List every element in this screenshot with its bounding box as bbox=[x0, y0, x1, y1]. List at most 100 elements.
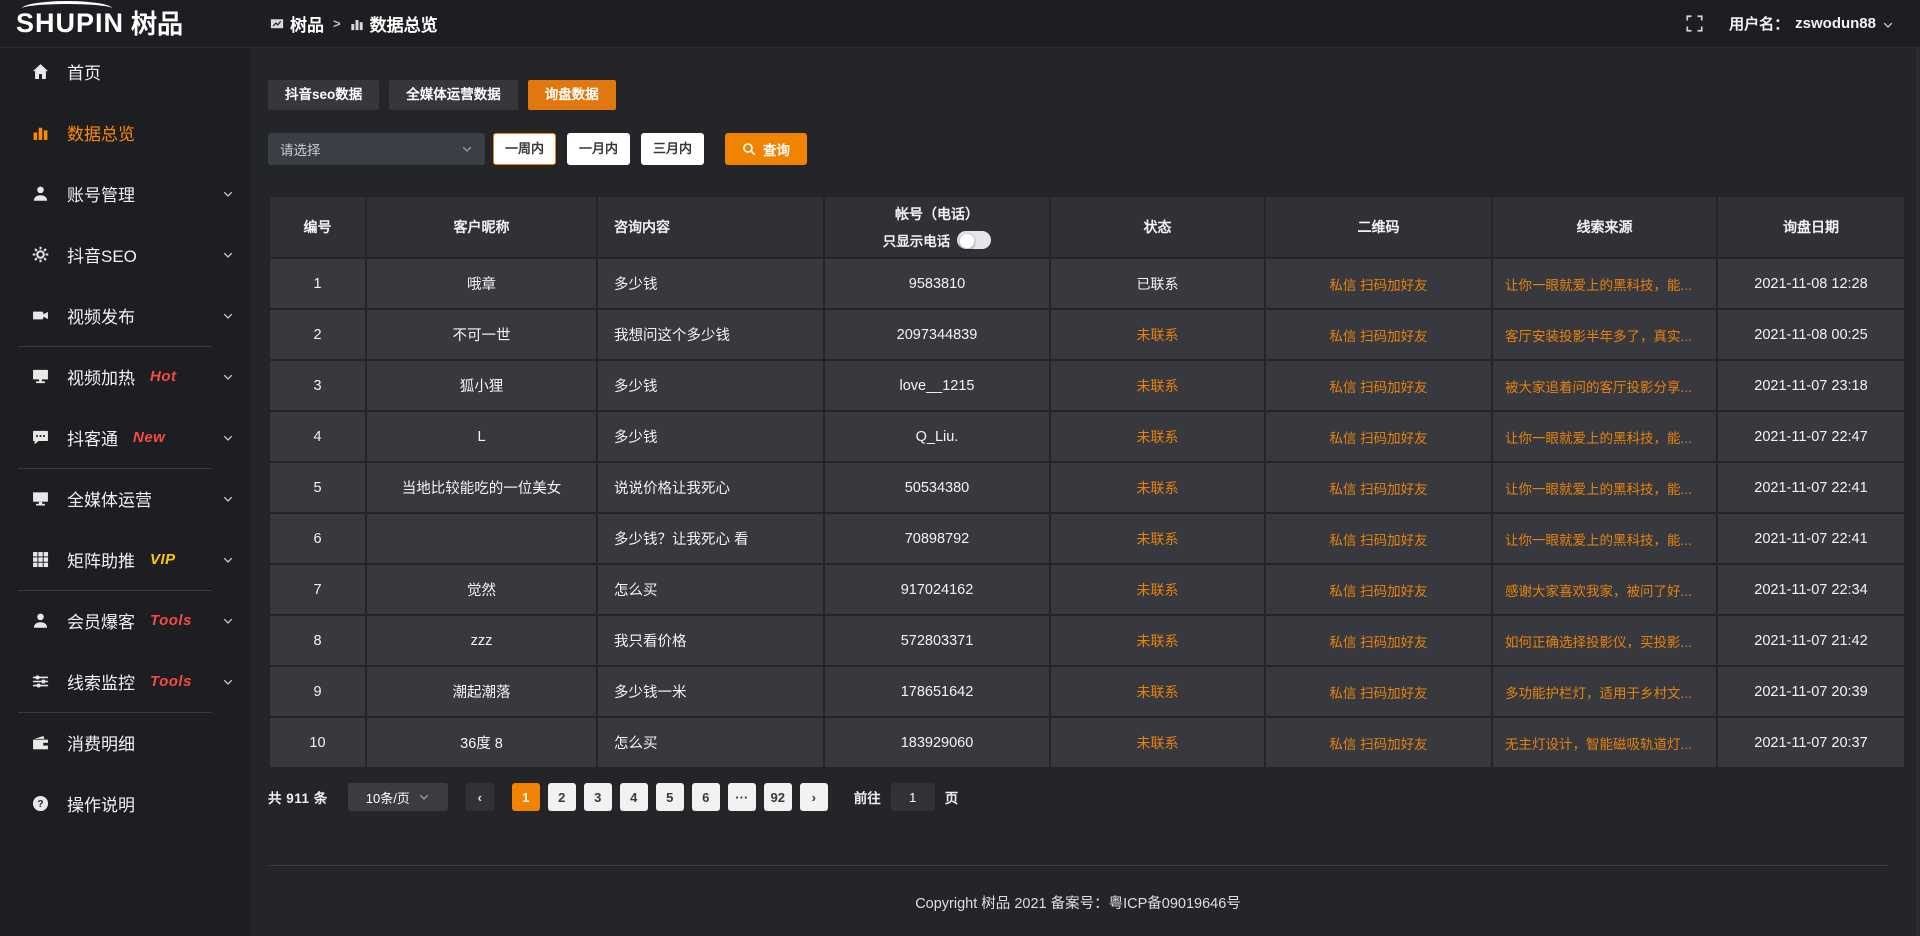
cell-status: 已联系 bbox=[1051, 259, 1264, 308]
sidebar-item[interactable]: 首页 bbox=[0, 41, 250, 102]
sidebar-item[interactable]: 视频加热 Hot bbox=[0, 346, 250, 407]
table-row: 4 L 多少钱 Q_Liu. 未联系 私信 扫码加好友 让你一眼就爱上的黑科技，… bbox=[270, 412, 1904, 461]
cell-id: 6 bbox=[270, 514, 365, 563]
chart-small-icon bbox=[350, 17, 364, 31]
sidebar-item[interactable]: 会员爆客 Tools bbox=[0, 590, 250, 651]
cell-nickname: L bbox=[367, 412, 596, 461]
chevron-down-icon bbox=[222, 310, 234, 322]
copyright-text: Copyright 树品 2021 备案号：粤ICP备09019646号 bbox=[915, 896, 1241, 912]
logo-text-cn: 树品 bbox=[131, 11, 183, 37]
col-header-account-title: 帐号（电话） bbox=[825, 204, 1049, 224]
prev-page-button[interactable]: ‹ bbox=[466, 783, 494, 811]
qr-add-friend-link[interactable]: 私信 扫码加好友 bbox=[1329, 482, 1427, 497]
page-button[interactable]: 6 bbox=[692, 783, 720, 811]
fullscreen-icon[interactable] bbox=[1686, 15, 1703, 32]
username-value: zswodun88 bbox=[1795, 15, 1876, 32]
sidebar-item[interactable]: ? 操作说明 bbox=[0, 773, 250, 834]
sidebar-item[interactable]: 线索监控 Tools bbox=[0, 651, 250, 712]
qr-add-friend-link[interactable]: 私信 扫码加好友 bbox=[1329, 278, 1427, 293]
page-button[interactable]: 3 bbox=[584, 783, 612, 811]
cell-source: 让你一眼就爱上的黑科技，能... bbox=[1493, 463, 1716, 512]
category-select[interactable]: 请选择 bbox=[268, 133, 485, 165]
page-size-select[interactable]: 10条/页 bbox=[348, 783, 448, 811]
breadcrumb-item-home[interactable]: 树品 bbox=[270, 11, 324, 36]
qr-add-friend-link[interactable]: 私信 扫码加好友 bbox=[1329, 686, 1427, 701]
col-header-account: 帐号（电话） 只显示电话 bbox=[825, 197, 1049, 257]
lead-source-link[interactable]: 如何正确选择投影仪，买投影... bbox=[1505, 635, 1692, 650]
lead-source-link[interactable]: 多功能护栏灯，适用于乡村文... bbox=[1505, 686, 1692, 701]
page-button[interactable]: 92 bbox=[764, 783, 792, 811]
sidebar-item[interactable]: 数据总览 bbox=[0, 102, 250, 163]
goto-page-input[interactable] bbox=[891, 783, 935, 811]
chevron-down-icon bbox=[222, 249, 234, 261]
qr-add-friend-link[interactable]: 私信 扫码加好友 bbox=[1329, 380, 1427, 395]
cell-date: 2021-11-07 22:34 bbox=[1718, 565, 1904, 614]
lead-source-link[interactable]: 感谢大家喜欢我家，被问了好... bbox=[1505, 584, 1692, 599]
lead-source-link[interactable]: 客厅安装投影半年多了，真实... bbox=[1505, 329, 1692, 344]
chevron-down-icon bbox=[222, 371, 234, 383]
page-button[interactable]: 4 bbox=[620, 783, 648, 811]
table-row: 10 36度 8 怎么买 183929060 未联系 私信 扫码加好友 无主灯设… bbox=[270, 718, 1904, 767]
col-header-qrcode: 二维码 bbox=[1266, 197, 1491, 257]
logo[interactable]: SHUPIN 树品 bbox=[0, 10, 250, 37]
data-tab[interactable]: 询盘数据 bbox=[528, 80, 616, 110]
breadcrumb-item-current[interactable]: 数据总览 bbox=[350, 11, 438, 36]
sidebar-item[interactable]: 视频发布 bbox=[0, 285, 250, 346]
cell-content: 多少钱 bbox=[598, 361, 823, 410]
sidebar-item[interactable]: 账号管理 bbox=[0, 163, 250, 224]
period-button[interactable]: 一周内 bbox=[493, 133, 556, 165]
page-button[interactable]: 2 bbox=[548, 783, 576, 811]
sidebar-item[interactable]: 抖音SEO bbox=[0, 224, 250, 285]
user-menu[interactable]: 用户名： zswodun88 bbox=[1729, 13, 1894, 34]
chevron-down-icon bbox=[222, 493, 234, 505]
cell-nickname: 狐小狸 bbox=[367, 361, 596, 410]
qr-add-friend-link[interactable]: 私信 扫码加好友 bbox=[1329, 431, 1427, 446]
sidebar-item-label: 会员爆客 bbox=[67, 608, 135, 633]
lead-source-link[interactable]: 让你一眼就爱上的黑科技，能... bbox=[1505, 431, 1692, 446]
lead-source-link[interactable]: 无主灯设计，智能磁吸轨道灯... bbox=[1505, 737, 1692, 752]
page-button[interactable]: ··· bbox=[728, 783, 756, 811]
lead-source-link[interactable]: 让你一眼就爱上的黑科技，能... bbox=[1505, 533, 1692, 548]
next-page-button[interactable]: › bbox=[800, 783, 828, 811]
cell-status: 未联系 bbox=[1051, 412, 1264, 461]
phone-only-toggle[interactable] bbox=[957, 231, 991, 249]
period-button[interactable]: 三月内 bbox=[641, 133, 704, 165]
chevron-down-icon bbox=[222, 554, 234, 566]
topbar-right: 用户名： zswodun88 bbox=[1686, 13, 1920, 34]
scrollbar[interactable] bbox=[1916, 0, 1920, 936]
sidebar-item[interactable]: 全媒体运营 bbox=[0, 468, 250, 529]
cell-id: 10 bbox=[270, 718, 365, 767]
sidebar-item[interactable]: 消费明细 bbox=[0, 712, 250, 773]
video-publish-icon bbox=[30, 306, 50, 326]
qr-add-friend-link[interactable]: 私信 扫码加好友 bbox=[1329, 329, 1427, 344]
cell-id: 1 bbox=[270, 259, 365, 308]
qr-add-friend-link[interactable]: 私信 扫码加好友 bbox=[1329, 635, 1427, 650]
sidebar-item[interactable]: 矩阵助推 VIP bbox=[0, 529, 250, 590]
lead-source-link[interactable]: 让你一眼就爱上的黑科技，能... bbox=[1505, 278, 1692, 293]
qr-add-friend-link[interactable]: 私信 扫码加好友 bbox=[1329, 533, 1427, 548]
data-tab[interactable]: 全媒体运营数据 bbox=[389, 80, 518, 110]
cell-qrcode: 私信 扫码加好友 bbox=[1266, 667, 1491, 716]
sidebar-item-label: 全媒体运营 bbox=[67, 486, 152, 511]
col-header-nickname: 客户昵称 bbox=[367, 197, 596, 257]
sidebar-item-badge: VIP bbox=[150, 551, 176, 568]
qr-add-friend-link[interactable]: 私信 扫码加好友 bbox=[1329, 737, 1427, 752]
period-button[interactable]: 一月内 bbox=[567, 133, 630, 165]
qr-add-friend-link[interactable]: 私信 扫码加好友 bbox=[1329, 584, 1427, 599]
lead-source-link[interactable]: 让你一眼就爱上的黑科技，能... bbox=[1505, 482, 1692, 497]
sidebar-item-label: 矩阵助推 bbox=[67, 547, 135, 572]
logo-text-en: SHUPIN bbox=[16, 10, 124, 37]
footer: Copyright 树品 2021 备案号：粤ICP备09019646号 bbox=[268, 865, 1888, 913]
data-tab[interactable]: 抖音seo数据 bbox=[268, 80, 379, 110]
sidebar-item-badge: Tools bbox=[150, 673, 192, 690]
cell-account: 917024162 bbox=[825, 565, 1049, 614]
page-button[interactable]: 5 bbox=[656, 783, 684, 811]
query-button[interactable]: 查询 bbox=[725, 133, 807, 165]
cell-account: 2097344839 bbox=[825, 310, 1049, 359]
chevron-down-icon bbox=[222, 676, 234, 688]
page-button[interactable]: 1 bbox=[512, 783, 540, 811]
cell-content: 多少钱 bbox=[598, 412, 823, 461]
cell-qrcode: 私信 扫码加好友 bbox=[1266, 616, 1491, 665]
lead-source-link[interactable]: 被大家追着问的客厅投影分享... bbox=[1505, 380, 1692, 395]
sidebar-item[interactable]: 抖客通 New bbox=[0, 407, 250, 468]
